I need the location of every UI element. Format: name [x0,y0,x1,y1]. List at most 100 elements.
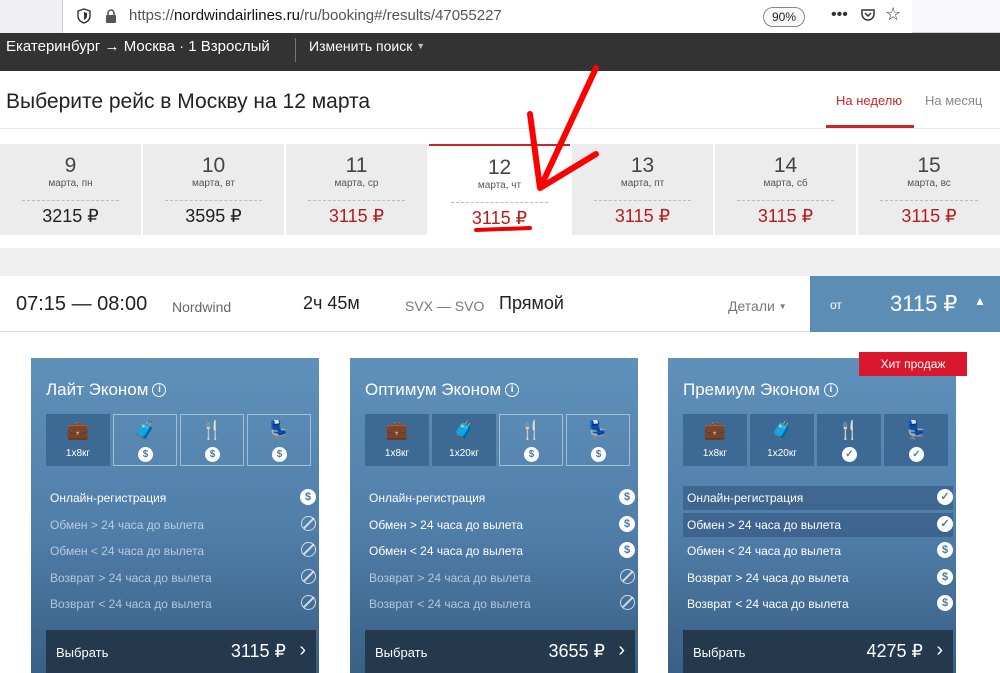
paid-icon: $ [937,569,953,585]
select-fare-button[interactable]: Выбрать 3655 ₽ › [365,630,635,673]
tab-week[interactable]: На неделю [836,93,902,108]
date-day: 11 [345,154,368,177]
divider [295,38,296,62]
fare-feature: Обмен < 24 часа до вылета $ [683,539,953,563]
fare-card-premium: Премиум Эконом i 💼 1x8кг 🧳 1x20кг 🍴 ✓ 💺 ✓… [668,358,956,673]
fare-icons: 💼 1x8кг 🧳 1x20кг 🍴 ✓ 💺 ✓ [683,414,948,466]
fare-feature: Возврат > 24 часа до вылета $ [683,566,953,590]
hand-luggage-label: 1x8кг [384,448,410,459]
date-price: 3115 ₽ [471,208,528,228]
flight-row[interactable]: 07:15 — 08:00 Nordwind 2ч 45м SVX — SVO … [0,276,1000,332]
pocket-icon[interactable] [861,8,875,22]
checked-baggage-label: 1x20кг [767,448,797,459]
seat-box: 💺 $ [566,414,630,466]
divider [880,200,978,201]
paid-icon: $ [205,447,220,462]
fare-feature: Обмен > 24 часа до вылета [46,513,316,537]
checked-baggage-box: 🧳 1x20кг [750,414,814,466]
hand-luggage-box: 💼 1x8кг [46,414,110,466]
date-price: 3215 ₽ [42,206,99,226]
tab-month[interactable]: На месяц [925,93,982,108]
date-cell[interactable]: 9 марта, пн 3215 ₽ [0,144,141,235]
fare-feature: Возврат < 24 часа до вылета [365,592,635,616]
more-actions-icon[interactable]: ••• [831,6,848,24]
paid-icon: $ [937,595,953,611]
info-icon[interactable]: i [823,383,838,397]
arrow-right-icon: → [104,38,120,55]
not-available-icon [301,595,316,610]
seat-icon: 💺 [586,420,610,440]
date-cell[interactable]: 14 марта, сб 3115 ₽ [715,144,856,235]
divider [165,200,262,201]
meal-icon: 🍴 [519,420,543,440]
fare-feature: Обмен > 24 часа до вылета ✓ [683,513,953,537]
fare-feature: Возврат > 24 часа до вылета [365,566,635,590]
date-cell[interactable]: 10 марта, вт 3595 ₽ [143,144,284,235]
date-weekday: марта, пн [48,178,93,189]
fare-feature: Онлайн-регистрация $ [46,486,316,510]
flight-price-button[interactable]: от 3115 ₽ ▲ [810,276,1000,332]
briefcase-icon: 💼 [385,420,409,440]
fare-feature: Онлайн-регистрация $ [365,486,635,510]
checked-baggage-box: 🧳 1x20кг [432,414,496,466]
divider [451,202,548,203]
date-weekday: марта, вт [191,178,236,189]
chevron-right-icon: › [618,639,625,661]
hand-luggage-box: 💼 1x8кг [365,414,429,466]
meal-icon: 🍴 [200,420,224,440]
select-fare-button[interactable]: Выбрать 3115 ₽ › [46,630,316,673]
date-weekday: марта, ср [334,178,379,189]
fare-feature: Возврат < 24 часа до вылета [46,592,316,616]
date-cell[interactable]: 13 марта, пт 3115 ₽ [572,144,713,235]
date-weekday: марта, сб [763,178,808,189]
details-toggle[interactable]: Детали ▼ [728,298,787,314]
bookmark-star-icon[interactable]: ☆ [885,4,901,25]
chevron-right-icon: › [299,639,306,661]
fare-price: 4275 ₽ [866,641,924,661]
date-weekday: марта, пт [620,178,665,189]
suitcase-icon: 🧳 [452,420,476,440]
date-day: 12 [487,156,512,179]
date-selector: 9 марта, пн 3215 ₽ 10 марта, вт 3595 ₽ 1… [0,144,1000,235]
fare-title: Премиум Эконом i [683,380,838,400]
change-search-button[interactable]: Изменить поиск ▼ [309,38,425,54]
browser-toolbar: https://nordwindairlines.ru/ru/booking#/… [0,0,1000,33]
select-fare-button[interactable]: Выбрать 4275 ₽ › [683,630,953,673]
divider [737,200,834,201]
chevron-down-icon: ▼ [416,41,426,51]
date-day: 13 [630,154,655,177]
fare-feature: Возврат > 24 часа до вылета [46,566,316,590]
fare-feature: Обмен < 24 часа до вылета [46,539,316,563]
suitcase-icon: 🧳 [770,420,794,440]
meal-icon: 🍴 [837,420,861,440]
search-summary-bar: Екатеринбург → Москва · 1 Взрослый Измен… [0,33,1000,71]
url-text[interactable]: https://nordwindairlines.ru/ru/booking#/… [129,7,502,24]
flight-price: 3115 ₽ [890,291,958,316]
included-check-icon: ✓ [909,447,924,462]
meal-box: 🍴 $ [180,414,244,466]
tracking-protection-shield-icon[interactable] [77,8,91,24]
page-title: Выберите рейс в Москву на 12 марта [6,90,371,113]
toolbar-left-area [0,0,62,33]
info-icon[interactable]: i [152,383,167,397]
date-cell[interactable]: 11 марта, ср 3115 ₽ [286,144,427,235]
meal-box: 🍴 ✓ [817,414,881,466]
date-cell-selected[interactable]: 12 марта, чт 3115 ₽ [429,144,570,235]
included-check-icon: ✓ [842,447,857,462]
route-summary[interactable]: Екатеринбург → Москва · 1 Взрослый [6,38,270,55]
chevron-down-icon: ▼ [778,302,787,311]
paid-icon: $ [272,447,287,462]
divider [308,200,405,201]
fare-icons: 💼 1x8кг 🧳 $ 🍴 $ 💺 $ [46,414,311,466]
date-day: 14 [773,154,798,177]
date-weekday: марта, вс [907,178,951,189]
date-cell[interactable]: 15 марта, вс 3115 ₽ [858,144,1000,235]
zoom-level-badge[interactable]: 90% [763,7,806,27]
fare-icons: 💼 1x8кг 🧳 1x20кг 🍴 $ 💺 $ [365,414,630,466]
info-icon[interactable]: i [505,383,520,397]
lock-icon[interactable] [105,9,117,23]
paid-icon: $ [524,447,539,462]
address-bar[interactable]: https://nordwindairlines.ru/ru/booking#/… [62,0,912,33]
flight-route: SVX — SVO [405,298,485,314]
fare-title: Лайт Эконом i [46,380,167,400]
